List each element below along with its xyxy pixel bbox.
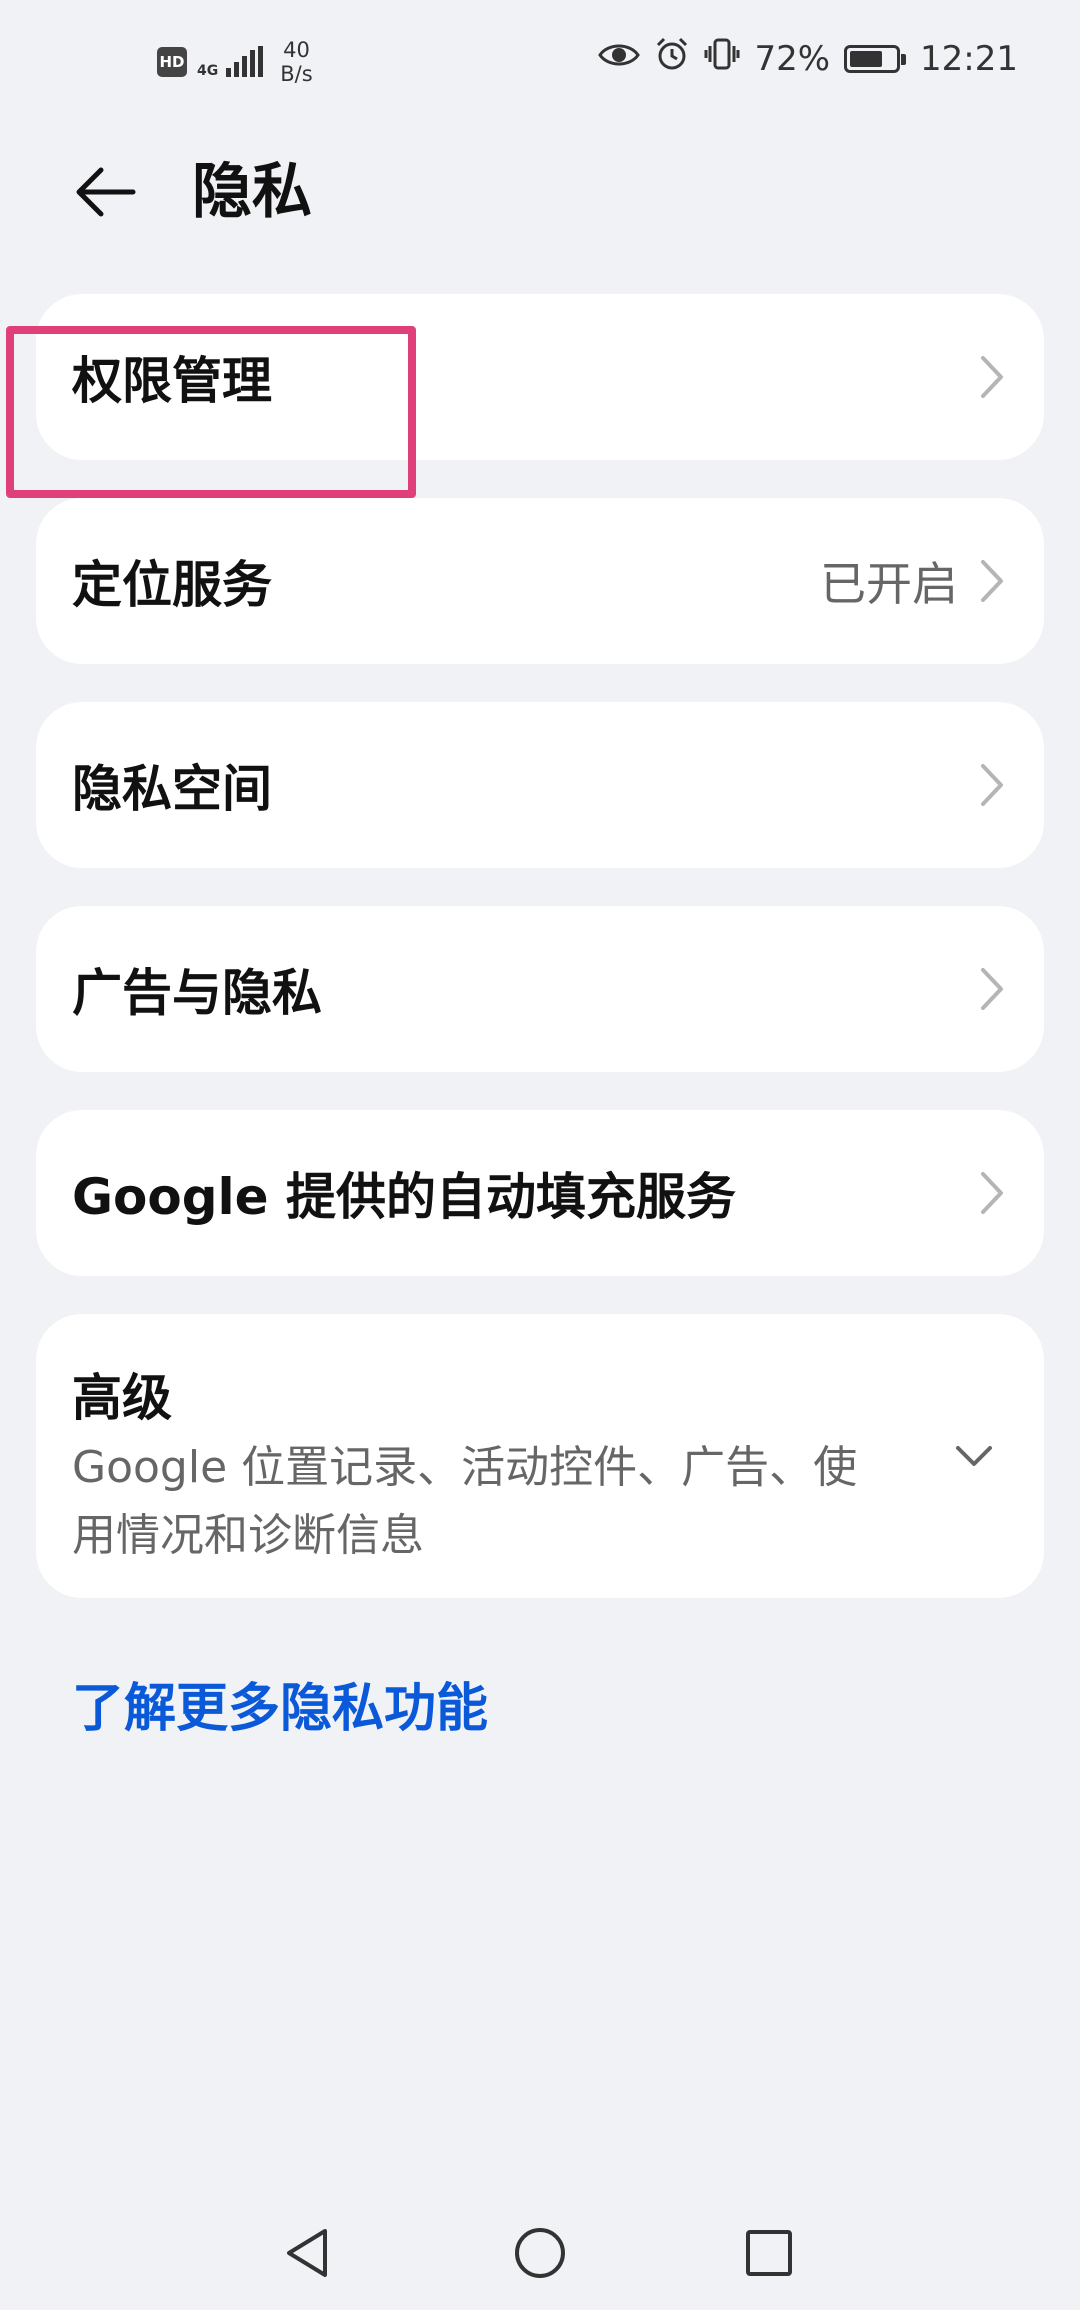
speed-unit: B/s [280, 62, 313, 86]
location-service-item[interactable]: 定位服务 已开启 [36, 498, 1044, 664]
speed-value: 40 [283, 38, 310, 62]
battery-icon [844, 44, 907, 73]
signal-icon: 4G [197, 46, 264, 78]
chevron-right-icon [981, 764, 1003, 806]
google-autofill-item[interactable]: Google 提供的自动填充服务 [36, 1110, 1044, 1276]
nav-home-button[interactable] [505, 2218, 575, 2288]
chevron-right-icon [981, 1172, 1003, 1214]
item-label: 定位服务 [72, 556, 272, 614]
vibrate-icon [704, 36, 740, 81]
header: 隐私 [0, 130, 1080, 250]
status-bar: HD 4G 40 B/s 72% 12:21 [0, 0, 1080, 120]
back-button[interactable] [70, 157, 140, 227]
ads-privacy-item[interactable]: 广告与隐私 [36, 906, 1044, 1072]
battery-fill [850, 50, 882, 67]
nav-recents-button[interactable] [734, 2218, 804, 2288]
status-bar-left: HD 4G 40 B/s [157, 38, 313, 86]
eye-icon [598, 39, 641, 79]
network-type: 4G [197, 63, 219, 79]
private-space-item[interactable]: 隐私空间 [36, 702, 1044, 868]
advanced-title: 高级 [72, 1369, 172, 1427]
advanced-section[interactable]: 高级 Google 位置记录、活动控件、广告、使用情况和诊断信息 [36, 1314, 1044, 1598]
circle-home-icon [515, 2228, 565, 2278]
navigation-bar [0, 2190, 1080, 2310]
chevron-down-icon [956, 1446, 992, 1466]
triangle-back-icon [287, 2229, 327, 2277]
chevron-right-icon [981, 968, 1003, 1010]
network-speed: 40 B/s [280, 38, 312, 86]
chevron-right-icon [981, 560, 1003, 602]
time: 12:21 [920, 38, 1018, 79]
item-label: Google 提供的自动填充服务 [72, 1168, 736, 1226]
highlight-box [6, 326, 416, 498]
advanced-description: Google 位置记录、活动控件、广告、使用情况和诊断信息 [72, 1442, 858, 1561]
chevron-right-icon [981, 356, 1003, 398]
learn-more-link[interactable]: 了解更多隐私功能 [72, 1666, 488, 1741]
item-label: 隐私空间 [72, 760, 272, 818]
back-arrow-icon [76, 167, 136, 217]
square-recents-icon [746, 2230, 792, 2276]
item-status: 已开启 [820, 557, 958, 611]
alarm-icon [654, 36, 690, 81]
battery-percent: 72% [754, 38, 831, 79]
nav-back-button[interactable] [272, 2218, 342, 2288]
status-bar-right: 72% 12:21 [598, 36, 1018, 81]
hd-badge: HD [157, 47, 187, 77]
item-label: 广告与隐私 [72, 964, 322, 1022]
page-title: 隐私 [192, 157, 312, 227]
